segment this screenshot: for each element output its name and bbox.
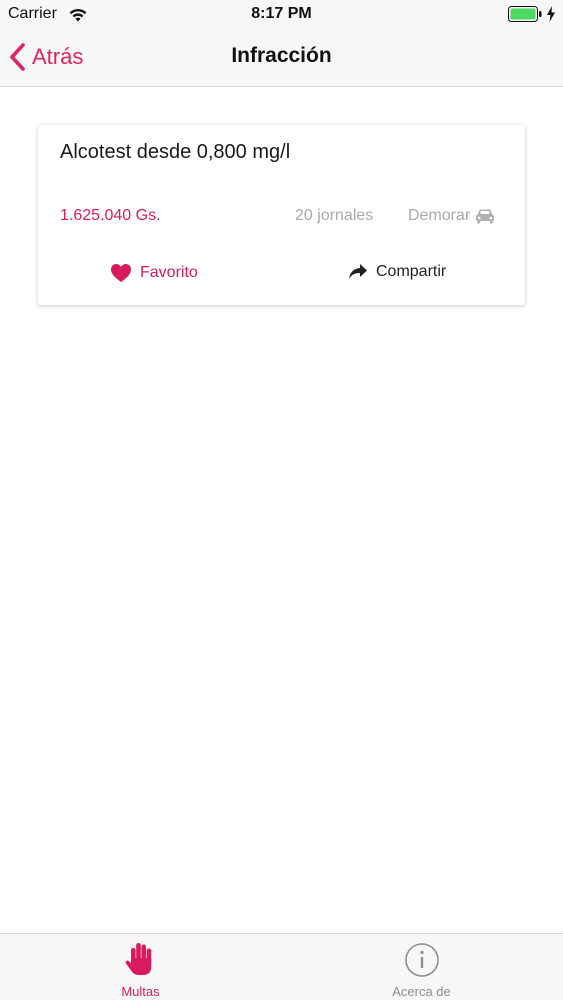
jornales-count: 20 jornales [295, 207, 374, 224]
demorar-label: Demorar [408, 207, 471, 224]
car-icon [476, 209, 495, 224]
share-label: Compartir [376, 263, 447, 280]
info-icon [404, 943, 439, 977]
navigation-bar: Atrás Infracción [0, 30, 563, 87]
tab-bar: Multas Acerca de [0, 933, 563, 1000]
charging-bolt-icon [547, 6, 555, 22]
favorite-button[interactable]: Favorito [110, 263, 198, 283]
demorar-indicator: Demorar [408, 207, 495, 225]
infraction-card: Alcotest desde 0,800 mg/l 1.625.040 Gs. … [38, 125, 525, 305]
hand-icon [125, 943, 151, 975]
page-title: Infracción [231, 44, 332, 67]
heart-icon [111, 264, 131, 282]
clock: 8:17 PM [251, 5, 312, 22]
battery-icon [508, 6, 542, 22]
infraction-title: Alcotest desde 0,800 mg/l [60, 141, 291, 163]
tab-multas[interactable]: Multas [0, 934, 281, 1000]
tab-acerca-de[interactable]: Acerca de [281, 934, 562, 1000]
share-button[interactable]: Compartir [348, 263, 446, 281]
tab-multas-label: Multas [121, 984, 160, 999]
favorite-label: Favorito [140, 264, 198, 281]
status-bar: Carrier 8:17 PM [0, 0, 563, 30]
fine-amount: 1.625.040 Gs. [60, 207, 161, 224]
share-arrow-icon [349, 264, 367, 279]
tab-acerca-de-label: Acerca de [392, 984, 451, 999]
screen: Carrier 8:17 PM Atrás Infracción Alcotes… [0, 0, 563, 1000]
